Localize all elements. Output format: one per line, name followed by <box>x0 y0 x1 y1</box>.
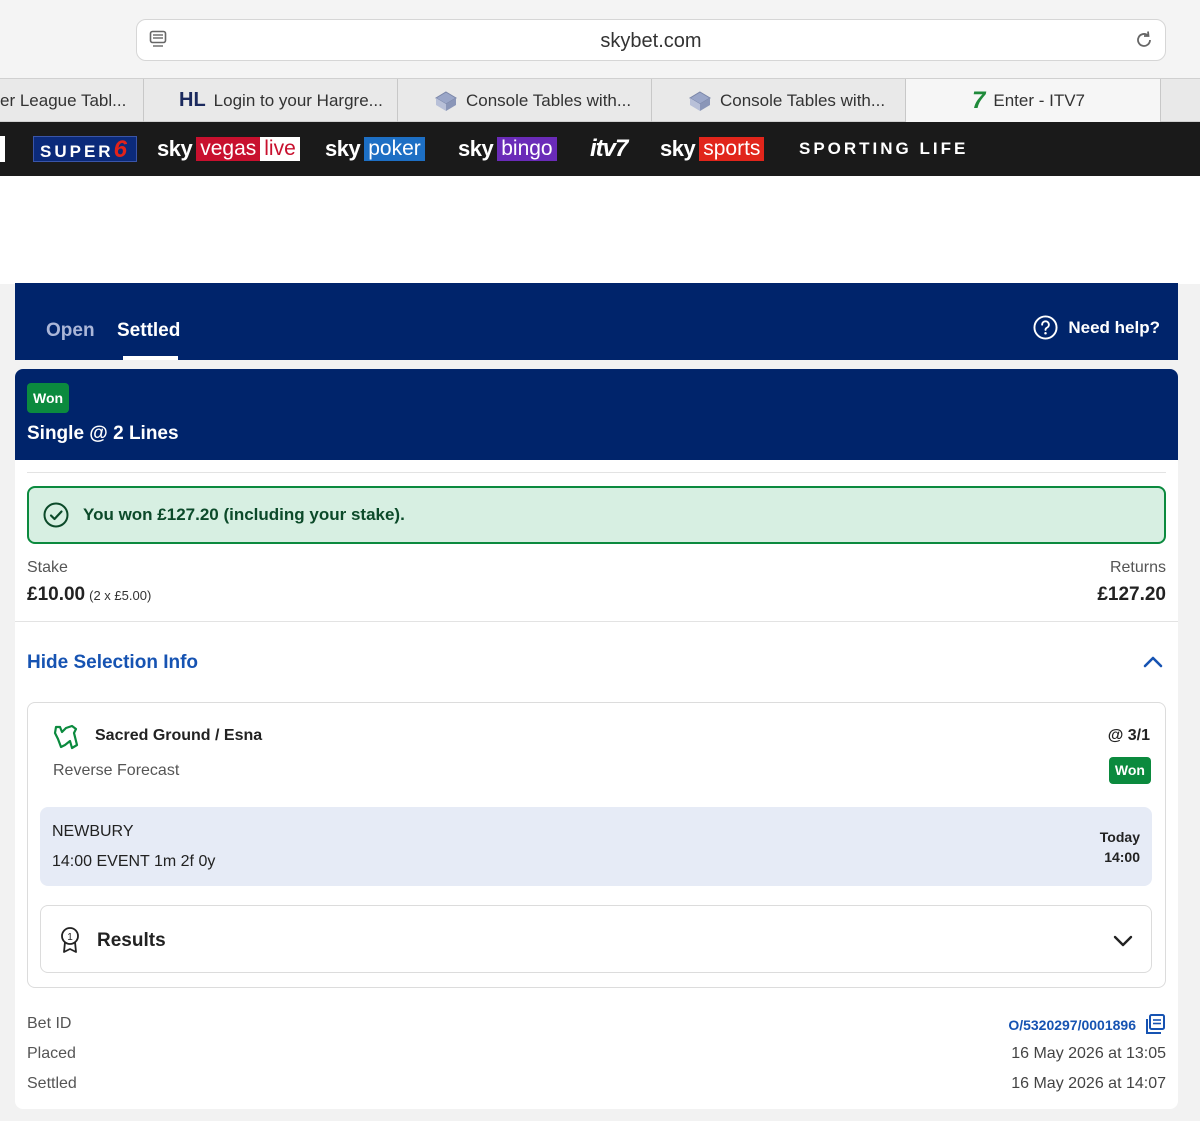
win-message: You won £127.20 (including your stake). <box>83 505 405 524</box>
browser-tab[interactable]: Console Tables with... <box>652 79 906 122</box>
chevron-up-icon[interactable] <box>1142 653 1164 669</box>
bet-id-row: Bet ID O/5320297/0001896 <box>27 1013 1166 1037</box>
itv7-text: itv7 <box>590 135 628 162</box>
win-banner: You won £127.20 (including your stake). <box>27 486 1166 544</box>
need-help-label: Need help? <box>1068 317 1160 337</box>
super6-number: 6 <box>113 136 130 163</box>
bet-id-value[interactable]: O/5320297/0001896 <box>1008 1017 1136 1033</box>
browser-tab[interactable]: HL Login to your Hargre... <box>144 79 398 122</box>
check-circle-icon <box>43 502 69 528</box>
results-label: Results <box>97 930 166 951</box>
results-accordion[interactable]: 1 Results <box>40 905 1152 973</box>
stake-label: Stake <box>27 559 68 576</box>
copy-icon[interactable] <box>1144 1013 1166 1035</box>
sporting-life-text: SPORTING LIFE <box>799 139 969 158</box>
returns-value: £127.20 <box>1097 584 1166 605</box>
placed-value: 16 May 2026 at 13:05 <box>1011 1045 1166 1062</box>
vegas-text: vegas <box>196 137 261 161</box>
placed-row: Placed 16 May 2026 at 13:05 <box>27 1045 1166 1067</box>
event-time: 14:00 <box>1104 849 1140 865</box>
event-name: 14:00 EVENT 1m 2f 0y <box>52 853 216 870</box>
itv7-logo-icon: 7 <box>972 86 986 114</box>
reload-icon[interactable] <box>1133 29 1155 51</box>
browser-tab[interactable]: er League Tabl... <box>0 79 144 122</box>
brand-sky-poker[interactable]: sky poker <box>325 134 425 164</box>
tab-settled[interactable]: Settled <box>117 320 180 342</box>
bet-id-label: Bet ID <box>27 1015 72 1032</box>
tab-title: er League Tabl... <box>0 90 127 110</box>
horse-racing-icon <box>53 724 79 750</box>
bet-card: Won Single @ 2 Lines You won £127.20 (in… <box>15 369 1178 1109</box>
tab-open[interactable]: Open <box>46 320 95 342</box>
table-favicon-icon <box>689 90 711 111</box>
need-help-link[interactable]: Need help? <box>1033 315 1160 340</box>
event-venue: NEWBURY <box>52 823 134 840</box>
brand-sky-bingo[interactable]: sky bingo <box>458 134 557 164</box>
selection-card: Sacred Ground / Esna @ 3/1 Reverse Forec… <box>27 702 1166 988</box>
bingo-text: bingo <box>497 137 557 161</box>
hide-selection-info-link[interactable]: Hide Selection Info <box>27 652 198 674</box>
returns-label: Returns <box>1109 559 1166 576</box>
stake-amount: £10.00 (2 x £5.00) <box>27 584 151 606</box>
table-favicon-icon <box>435 90 457 111</box>
settled-row: Settled 16 May 2026 at 14:07 <box>27 1075 1166 1097</box>
medal-icon: 1 <box>61 927 79 953</box>
tab-title: Enter - ITV7 <box>993 90 1085 110</box>
chevron-down-icon[interactable] <box>1113 934 1133 948</box>
brand-sky-sports[interactable]: sky sports <box>660 134 765 164</box>
sky-text: sky <box>458 136 494 161</box>
tab-title: Login to your Hargre... <box>213 90 383 110</box>
poker-text: poker <box>364 137 425 161</box>
brand-nav-bar: SUPER6 sky vegas live sky poker sky bing… <box>0 122 1200 176</box>
tab-title: Console Tables with... <box>720 90 886 110</box>
my-bets-header: Open Settled Need help? <box>15 283 1178 360</box>
question-circle-icon <box>1033 315 1058 340</box>
settled-value: 16 May 2026 at 14:07 <box>1011 1075 1166 1092</box>
tab-strip: er League Tabl... HL Login to your Hargr… <box>0 78 1200 122</box>
page-spacer <box>0 176 1200 284</box>
browser-toolbar: skybet.com <box>0 0 1200 78</box>
stake-breakdown: (2 x £5.00) <box>89 588 152 603</box>
browser-tab[interactable]: Console Tables with... <box>398 79 652 122</box>
active-tab-indicator <box>123 356 178 360</box>
selection-odds: @ 3/1 <box>1107 727 1150 744</box>
sky-text: sky <box>157 136 193 161</box>
hl-logo-icon: HL <box>179 89 206 111</box>
placed-label: Placed <box>27 1045 76 1062</box>
svg-text:1: 1 <box>67 932 73 943</box>
stake-value: £10.00 <box>27 584 86 605</box>
url-text: skybet.com <box>600 30 702 52</box>
selection-name: Sacred Ground / Esna <box>95 727 263 744</box>
brand-super6[interactable]: SUPER6 <box>33 134 137 164</box>
brand-sky-vegas[interactable]: sky vegas live <box>157 134 300 164</box>
event-day: Today <box>1099 829 1140 845</box>
sports-text: sports <box>699 137 765 161</box>
tab-title: Console Tables with... <box>466 90 632 110</box>
browser-tab[interactable]: 7 Enter - ITV7 <box>906 79 1161 122</box>
super6-text: SUPER <box>40 142 114 161</box>
brand-sporting-life[interactable]: SPORTING LIFE <box>799 134 968 164</box>
divider <box>15 621 1178 622</box>
brand-itv7[interactable]: itv7 <box>590 134 628 164</box>
selection-market: Reverse Forecast <box>53 762 180 779</box>
status-badge: Won <box>27 383 70 413</box>
selection-status-badge: Won <box>1108 757 1151 784</box>
live-text: live <box>260 137 300 161</box>
bet-type-title: Single @ 2 Lines <box>27 423 179 444</box>
address-bar[interactable]: skybet.com <box>136 19 1166 61</box>
brand-cut-off-edge <box>0 136 5 162</box>
sky-text: sky <box>660 136 696 161</box>
event-info[interactable]: NEWBURY 14:00 EVENT 1m 2f 0y Today 14:00 <box>40 807 1152 886</box>
settled-label: Settled <box>27 1075 77 1092</box>
super6-logo: SUPER6 <box>33 136 137 163</box>
divider <box>27 472 1166 473</box>
sky-text: sky <box>325 136 361 161</box>
bet-card-header: Won Single @ 2 Lines <box>15 369 1178 460</box>
